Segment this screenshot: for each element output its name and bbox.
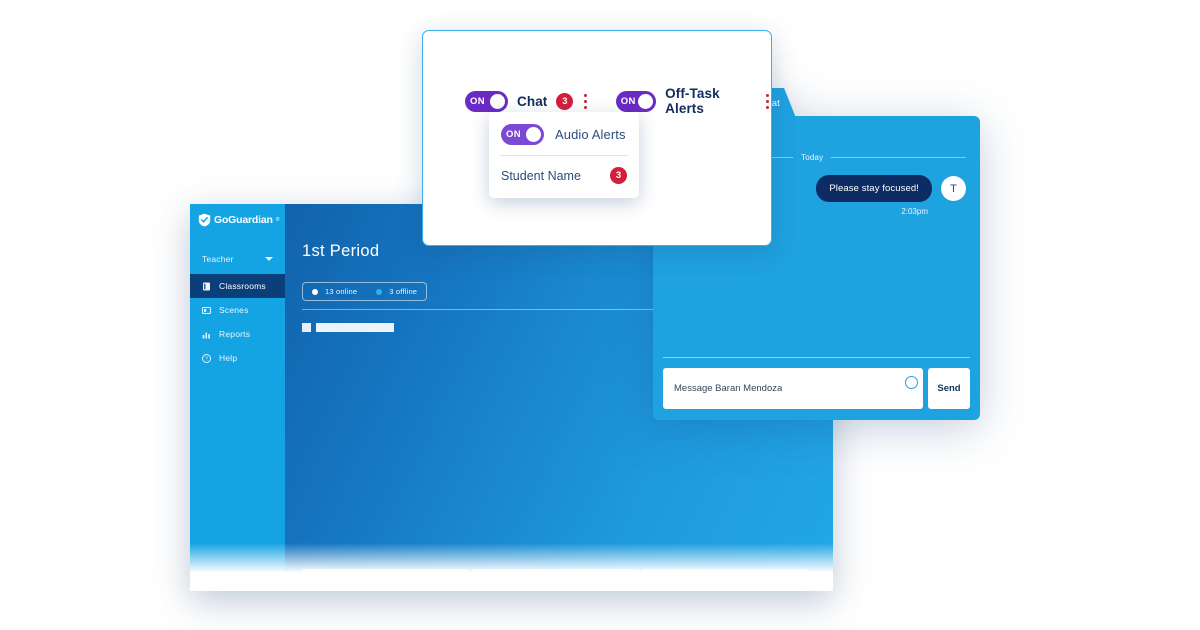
sidebar-item-label: Help [219,353,238,363]
dropdown-student-row[interactable]: Student Name 3 [489,156,639,198]
screenshot-root: GoGuardian ® Teacher Classrooms Scenes R… [0,0,1200,630]
toggle-knob [490,93,505,109]
sidebar-item-label: Reports [219,329,251,339]
help-question-icon: ? [202,353,211,363]
chat-unread-badge: 3 [556,92,574,110]
select-all-checkbox[interactable] [302,323,311,332]
online-dot-icon [312,288,318,295]
audio-toggle-state: ON [506,129,521,140]
offline-count: 3 offline [389,287,418,296]
goguardian-logo: GoGuardian ® [190,204,285,227]
date-separator-label: Today [801,153,824,162]
chat-toggle[interactable]: ON [465,90,508,112]
attendance-status-pill: 13 online 3 offline [302,282,428,301]
reports-bar-chart-icon [202,330,211,339]
chat-dropdown-menu: ON Audio Alerts Student Name 3 [489,112,639,198]
sidebar-item-scenes[interactable]: Scenes [190,298,285,322]
dropdown-student-name: Student Name [501,168,581,183]
dashboard-sidebar: GoGuardian ® Teacher Classrooms Scenes R… [190,204,285,591]
message-bubble: Please stay focused! [816,175,932,202]
shield-check-icon [198,213,211,227]
chat-toggle-state: ON [470,95,485,107]
toggle-knob [638,93,654,109]
popup-toggle-row: ON Chat 3 ON Off-Task Alerts [423,31,771,116]
toggle-knob [526,127,541,142]
sidebar-item-reports[interactable]: Reports [190,322,285,346]
off-task-control-group: ON Off-Task Alerts [615,86,771,116]
audio-alerts-row[interactable]: ON Audio Alerts [489,122,639,155]
svg-text:?: ? [205,356,208,362]
chevron-down-icon [265,257,273,261]
brand-trademark: ® [275,217,280,223]
online-count: 13 online [325,287,358,296]
account-switcher[interactable]: Teacher [190,244,285,274]
bottom-fade-overlay [190,543,833,591]
emoji-smiley-icon[interactable] [905,376,918,389]
sidebar-item-label: Classrooms [219,281,266,291]
chat-control-group: ON Chat 3 [465,90,589,112]
chat-composer: Message Baran Mendoza Send [653,357,980,420]
audio-alerts-label: Audio Alerts [555,127,626,142]
brand-name: GoGuardian [214,214,273,226]
sidebar-item-help[interactable]: ? Help [190,346,285,370]
account-switcher-label: Teacher [202,254,234,264]
send-button[interactable]: Send [928,368,970,409]
sidebar-item-label: Scenes [219,305,249,315]
chat-toggle-label: Chat [517,93,548,109]
dropdown-student-badge: 3 [610,167,627,184]
search-input[interactable] [316,323,394,332]
off-task-toggle-state: ON [620,95,636,107]
message-input[interactable]: Message Baran Mendoza [663,368,923,409]
off-task-toggle-label: Off-Task Alerts [665,86,720,116]
audio-alerts-toggle[interactable]: ON [501,124,544,145]
divider [663,357,970,358]
sidebar-item-classrooms[interactable]: Classrooms [190,274,285,298]
vertical-dots-icon[interactable] [764,93,771,109]
vertical-dots-icon[interactable] [582,93,589,109]
classroom-icon [202,282,211,291]
avatar: T [941,176,966,201]
scenes-icon [202,306,211,315]
settings-popup: ON Chat 3 ON Off-Task Alerts ON Audio Al… [422,30,772,246]
off-task-toggle[interactable]: ON [615,90,657,112]
offline-dot-icon [376,288,383,295]
